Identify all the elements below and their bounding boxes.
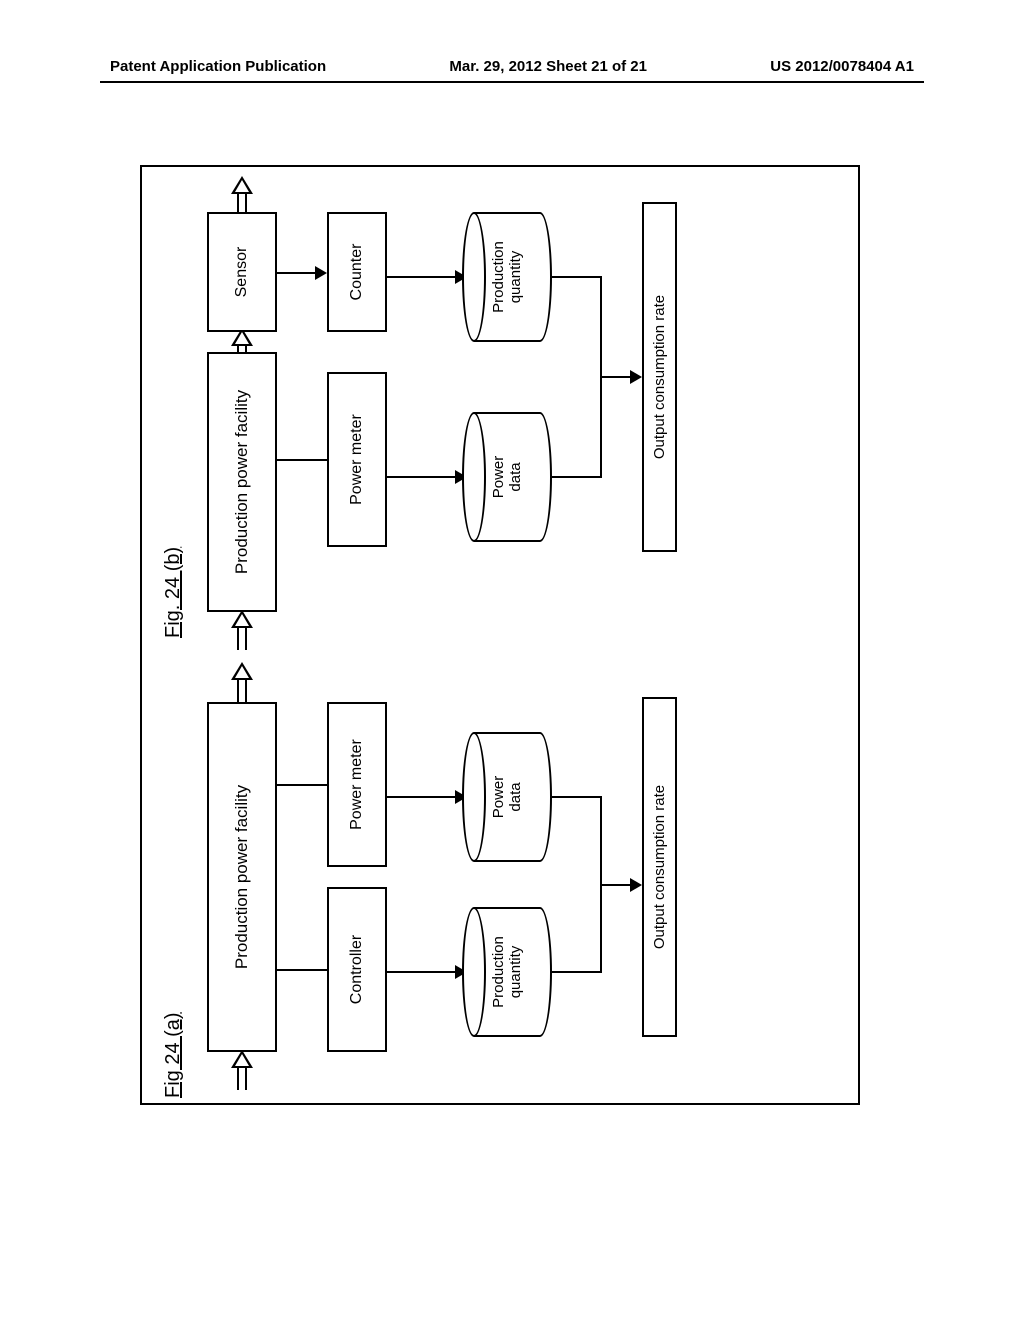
diagram-rotated: Fig 24 (a) Production power facility Con… <box>142 167 862 1107</box>
db-power-data-label-a: Power data <box>490 776 525 819</box>
fig-24b-label: Fig. 24 (b) <box>162 547 185 638</box>
db-prod-qty-label-b: Production quantity <box>490 241 525 313</box>
conn-b-fac-meter <box>277 459 327 461</box>
flow-out-a <box>237 664 247 702</box>
pub-type: Patent Application Publication <box>110 58 326 75</box>
output-label-b: Output consumption rate <box>651 295 668 459</box>
controller-box-a: Controller <box>327 887 387 1052</box>
arrowhead-b-sensor-counter <box>315 266 327 280</box>
flow-mid-b <box>237 330 247 354</box>
facility-label-b: Production power facility <box>232 390 252 574</box>
conn-a-fac-ctrl <box>277 969 327 971</box>
output-box-a: Output consumption rate <box>642 697 677 1037</box>
db-power-data-label-b: Power data <box>490 456 525 499</box>
fig-24b: Fig. 24 (b) Production power facility Se… <box>162 202 842 632</box>
arrow-a-ctrl-db <box>387 971 457 973</box>
db-prod-qty-b: Production quantity <box>462 212 552 342</box>
facility-label-a: Production power facility <box>232 785 252 969</box>
flow-in-a <box>237 1052 247 1090</box>
header-rule <box>100 81 924 83</box>
output-label-a: Output consumption rate <box>651 785 668 949</box>
db-power-data-b: Power data <box>462 412 552 542</box>
conn-b-pq-down <box>552 276 602 278</box>
sensor-label-b: Sensor <box>233 247 251 298</box>
conn-b-join-v <box>600 376 632 378</box>
db-prod-qty-a: Production quantity <box>462 907 552 1037</box>
flow-out-b <box>237 178 247 214</box>
arrowhead-b-output <box>630 370 642 384</box>
meter-box-a: Power meter <box>327 702 387 867</box>
pub-number: US 2012/0078404 A1 <box>770 58 914 75</box>
conn-a-pq-down <box>552 971 602 973</box>
flow-in-b <box>237 612 247 650</box>
arrow-b-sensor-counter <box>277 272 317 274</box>
arrowhead-a-output <box>630 878 642 892</box>
counter-box-b: Counter <box>327 212 387 332</box>
db-prod-qty-label-a: Production quantity <box>490 936 525 1008</box>
conn-a-fac-meter <box>277 784 327 786</box>
page-header: Patent Application Publication Mar. 29, … <box>0 0 1024 81</box>
pub-date-sheet: Mar. 29, 2012 Sheet 21 of 21 <box>449 58 647 75</box>
facility-box-b: Production power facility <box>207 352 277 612</box>
arrow-b-counter-db <box>387 276 457 278</box>
fig-24a: Fig 24 (a) Production power facility Con… <box>162 662 842 1092</box>
conn-a-join-v <box>600 884 632 886</box>
counter-label-b: Counter <box>348 244 366 301</box>
meter-box-b: Power meter <box>327 372 387 547</box>
conn-a-pd-down <box>552 796 602 798</box>
fig-24a-label: Fig 24 (a) <box>162 1012 185 1098</box>
meter-label-a: Power meter <box>348 739 366 830</box>
figure-frame: Fig 24 (a) Production power facility Con… <box>140 165 860 1105</box>
meter-label-b: Power meter <box>348 414 366 505</box>
db-power-data-a: Power data <box>462 732 552 862</box>
output-box-b: Output consumption rate <box>642 202 677 552</box>
controller-label-a: Controller <box>348 935 366 1004</box>
arrow-a-meter-db <box>387 796 457 798</box>
arrow-b-meter-db <box>387 476 457 478</box>
facility-box-a: Production power facility <box>207 702 277 1052</box>
sensor-box-b: Sensor <box>207 212 277 332</box>
conn-b-pd-down <box>552 476 602 478</box>
